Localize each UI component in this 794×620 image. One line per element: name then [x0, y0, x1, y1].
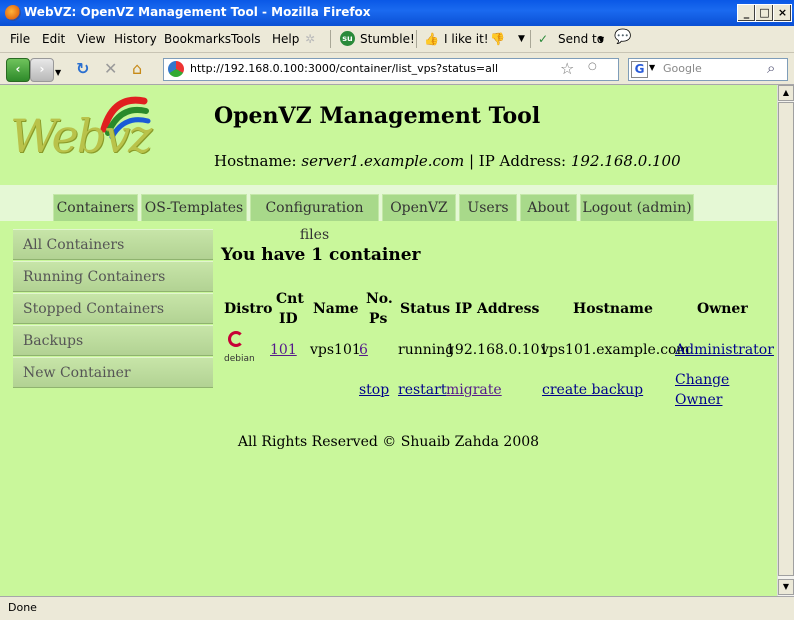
sidebar-item-all-containers[interactable]: All Containers [13, 229, 213, 260]
change-owner-link[interactable]: Change [675, 372, 729, 388]
header-status: Status [400, 301, 451, 317]
host-info: Hostname: server1.example.com | IP Addre… [214, 152, 681, 170]
i-like-it-button[interactable]: I like it! [444, 32, 489, 46]
reload-icon[interactable]: ↻ [76, 60, 89, 78]
header-name: Name [313, 301, 359, 317]
restart-link[interactable]: restart [398, 382, 446, 398]
chevron-down-icon[interactable]: ▼ [518, 34, 525, 44]
throbber-icon: ✲ [305, 32, 316, 46]
status-bar: Done [0, 596, 794, 620]
ip-label: | IP Address: [468, 152, 567, 170]
stumbleupon-icon: su [340, 31, 355, 46]
stop-link[interactable]: stop [359, 382, 389, 398]
menu-bar: File Edit View History Bookmarks Tools H… [0, 26, 794, 53]
status-text: Done [8, 601, 37, 614]
scroll-thumb[interactable] [778, 102, 794, 576]
bookmark-star-icon[interactable]: ☆ [560, 59, 574, 78]
header-ip-address: IP Address [455, 301, 540, 317]
scroll-up-button[interactable]: ▲ [778, 85, 794, 101]
google-icon[interactable]: G [631, 61, 648, 78]
stop-icon[interactable]: ✕ [104, 60, 117, 78]
site-icon [168, 61, 184, 77]
scroll-down-button[interactable]: ▼ [778, 579, 794, 595]
menu-edit[interactable]: Edit [42, 32, 65, 46]
hostname-label: Hostname: [214, 152, 297, 170]
container-count-heading: You have 1 container [221, 245, 421, 265]
url-bar[interactable]: http://192.168.0.100:3000/container/list… [163, 58, 619, 81]
header-id: ID [279, 311, 298, 327]
webvz-logo: Webvz [6, 89, 156, 169]
back-button[interactable]: ‹ [6, 58, 30, 82]
send-icon: ✓ [538, 32, 549, 46]
search-placeholder[interactable]: Google [663, 62, 702, 75]
container-id-link[interactable]: 101 [270, 342, 297, 358]
tab-os-templates[interactable]: OS-Templates [141, 194, 247, 221]
menu-separator [416, 30, 417, 48]
thumbs-down-icon[interactable]: 👎 [490, 32, 505, 46]
url-text[interactable]: http://192.168.0.100:3000/container/list… [190, 62, 498, 75]
header-no: No. [366, 291, 393, 307]
header-ps: Ps [369, 311, 388, 327]
header-hostname: Hostname [573, 301, 653, 317]
firefox-icon [5, 5, 21, 21]
container-hostname: vps101.example.com [541, 342, 690, 358]
menu-separator [330, 30, 331, 48]
chevron-down-icon[interactable]: ▼ [649, 63, 655, 72]
title-bar: WebVZ: OpenVZ Management Tool - Mozilla … [0, 0, 794, 26]
logo-text: Webvz [10, 109, 152, 163]
sidebar-item-new-container[interactable]: New Container [13, 357, 213, 388]
tab-logout[interactable]: Logout (admin) [580, 194, 694, 221]
sidebar-item-stopped-containers[interactable]: Stopped Containers [13, 293, 213, 324]
minimize-button[interactable]: _ [737, 4, 756, 22]
tab-about[interactable]: About [520, 194, 577, 221]
navigation-bar: ‹ › ▼ ↻ ✕ ⌂ http://192.168.0.100:3000/co… [0, 53, 794, 85]
chevron-down-icon[interactable]: ▼ [598, 35, 604, 44]
tab-openvz[interactable]: OpenVZ [382, 194, 456, 221]
maximize-button[interactable]: □ [755, 4, 774, 22]
tab-containers[interactable]: Containers [53, 194, 138, 221]
home-icon[interactable]: ⌂ [132, 60, 142, 78]
page-content: Webvz OpenVZ Management Tool Hostname: s… [0, 85, 777, 596]
distro-label: debian [224, 354, 255, 364]
close-button[interactable]: × [773, 4, 792, 22]
change-owner-link-line2[interactable]: Owner [675, 392, 722, 408]
header-cnt: Cnt [276, 291, 304, 307]
forward-button[interactable]: › [30, 58, 54, 82]
hostname-value: server1.example.com [301, 152, 465, 170]
migrate-link[interactable]: migrate [446, 382, 502, 398]
menu-separator [530, 30, 531, 48]
sidebar-item-running-containers[interactable]: Running Containers [13, 261, 213, 292]
tab-users[interactable]: Users [459, 194, 517, 221]
history-dropdown-icon[interactable]: ▼ [55, 64, 61, 82]
tab-strip: Containers OS-Templates Configuration fi… [0, 185, 777, 243]
process-count-link[interactable]: 6 [359, 342, 368, 358]
page-title: OpenVZ Management Tool [214, 103, 541, 129]
create-backup-link[interactable]: create backup [542, 382, 643, 398]
search-icon[interactable]: ⌕ [767, 59, 775, 77]
vertical-scrollbar[interactable]: ▲ ▼ [777, 85, 794, 596]
header-owner: Owner [697, 301, 748, 317]
feed-dot-icon: ○ [588, 61, 597, 72]
footer-copyright: All Rights Reserved © Shuaib Zahda 2008 [237, 434, 540, 450]
menu-help[interactable]: Help [272, 32, 299, 46]
window-title: WebVZ: OpenVZ Management Tool - Mozilla … [24, 5, 371, 19]
tab-configuration-files[interactable]: Configuration files [250, 194, 379, 243]
search-bar[interactable]: G ▼ Google ⌕ [628, 58, 788, 81]
menu-bookmarks[interactable]: Bookmarks [164, 32, 231, 46]
debian-logo-icon [228, 331, 244, 347]
thumbs-up-icon: 👍 [424, 32, 439, 46]
menu-tools[interactable]: Tools [231, 32, 261, 46]
comment-icon[interactable]: 💬 [614, 29, 631, 45]
menu-file[interactable]: File [10, 32, 30, 46]
owner-link[interactable]: Administrator [675, 342, 774, 358]
menu-view[interactable]: View [77, 32, 105, 46]
sidebar-item-backups[interactable]: Backups [13, 325, 213, 356]
stumble-button[interactable]: Stumble! [360, 32, 415, 46]
container-ip: 192.168.0.101 [446, 342, 549, 358]
container-name: vps101 [310, 342, 361, 358]
ip-value: 192.168.0.100 [570, 152, 681, 170]
header-distro: Distro [224, 301, 273, 317]
menu-history[interactable]: History [114, 32, 157, 46]
